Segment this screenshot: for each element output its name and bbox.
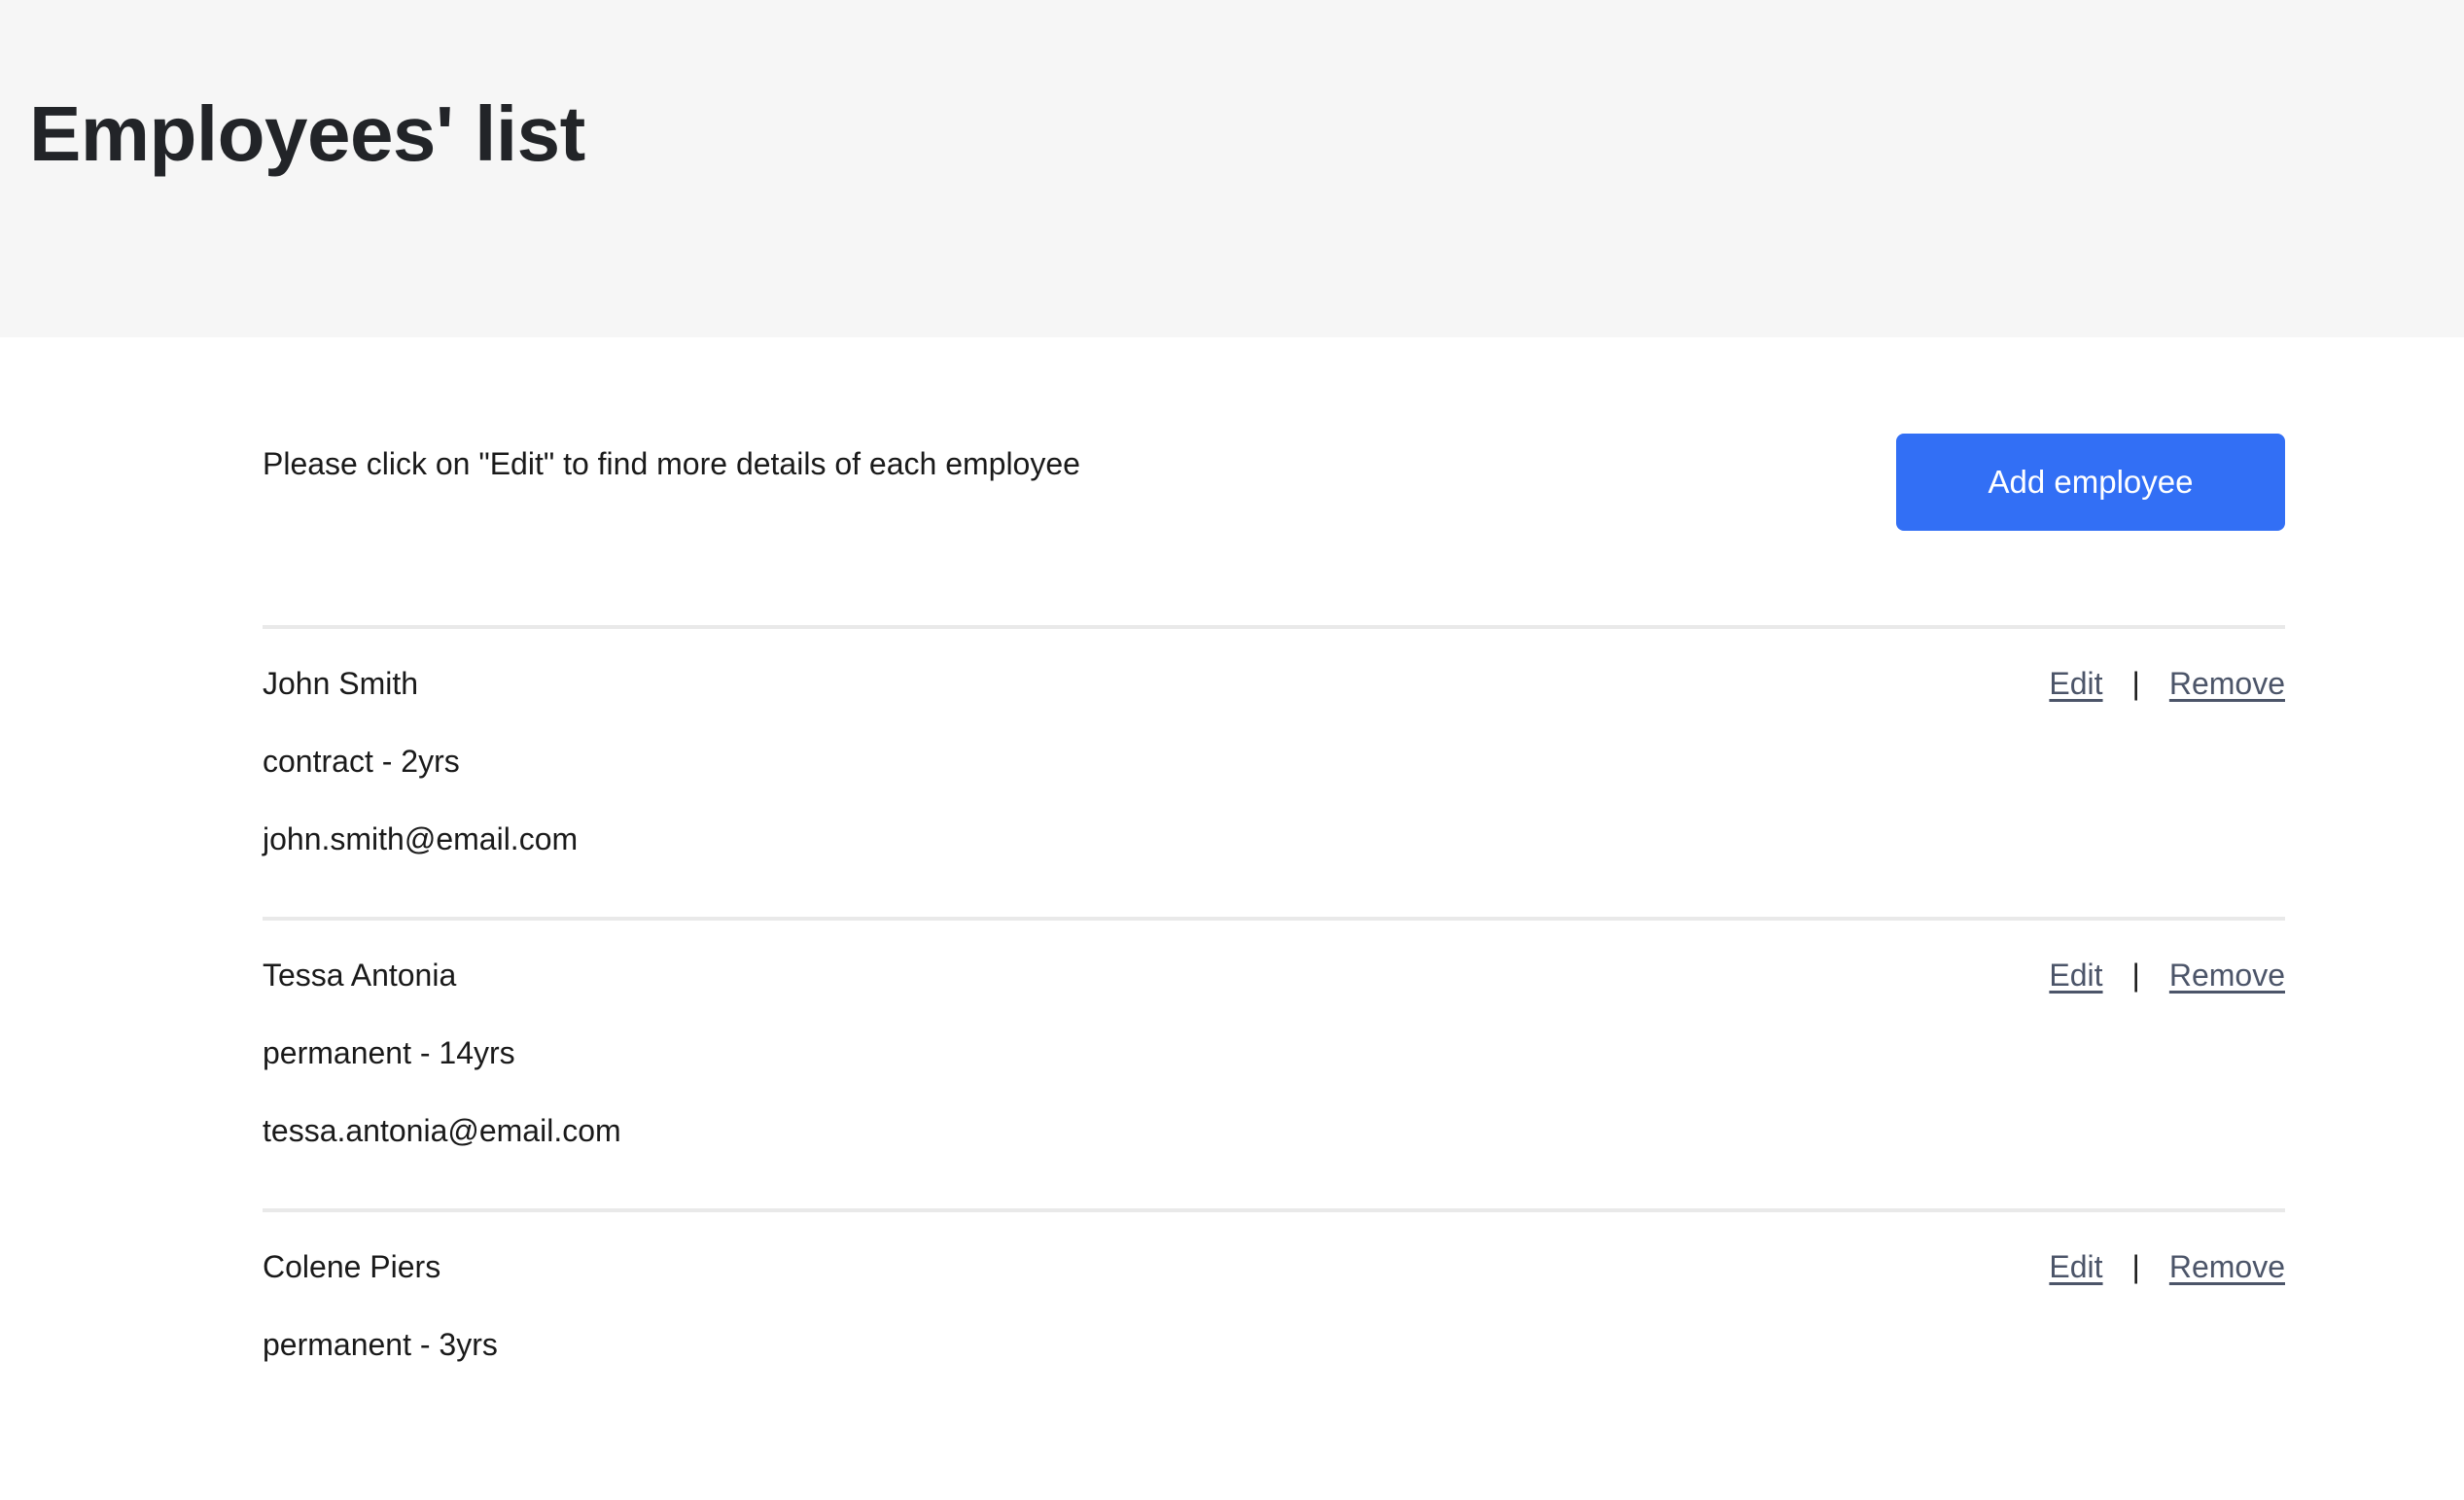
employee-contract: permanent - 14yrs xyxy=(263,1035,515,1070)
employee-name: Colene Piers xyxy=(263,1249,441,1284)
row-actions: Edit | Remove xyxy=(2049,1251,2285,1282)
employee-contract: permanent - 3yrs xyxy=(263,1327,498,1362)
employee-email: john.smith@email.com xyxy=(263,821,579,856)
employee-name: Tessa Antonia xyxy=(263,958,457,993)
edit-link[interactable]: Edit xyxy=(2049,1251,2102,1282)
employee-contract: contract - 2yrs xyxy=(263,744,460,779)
add-employee-button[interactable]: Add employee xyxy=(1896,434,2285,531)
action-separator: | xyxy=(2131,958,2140,993)
edit-link[interactable]: Edit xyxy=(2049,959,2102,991)
page-header: Employees' list xyxy=(0,0,2464,337)
employee-name: John Smith xyxy=(263,666,419,701)
page-title: Employees' list xyxy=(29,90,585,177)
row-actions: Edit | Remove xyxy=(2049,959,2285,991)
list-item: Colene Piers permanent - 3yrs Edit | Rem… xyxy=(263,1208,2285,1500)
intro-text: Please click on "Edit" to find more deta… xyxy=(263,446,1080,481)
remove-link[interactable]: Remove xyxy=(2169,959,2285,991)
employee-email: tessa.antonia@email.com xyxy=(263,1113,621,1148)
list-item: John Smith contract - 2yrs john.smith@em… xyxy=(263,625,2285,917)
action-separator: | xyxy=(2131,1249,2140,1284)
action-separator: | xyxy=(2131,666,2140,701)
employee-list: John Smith contract - 2yrs john.smith@em… xyxy=(263,625,2285,1500)
row-actions: Edit | Remove xyxy=(2049,668,2285,699)
remove-link[interactable]: Remove xyxy=(2169,1251,2285,1282)
list-item: Tessa Antonia permanent - 14yrs tessa.an… xyxy=(263,917,2285,1208)
remove-link[interactable]: Remove xyxy=(2169,668,2285,699)
edit-link[interactable]: Edit xyxy=(2049,668,2102,699)
